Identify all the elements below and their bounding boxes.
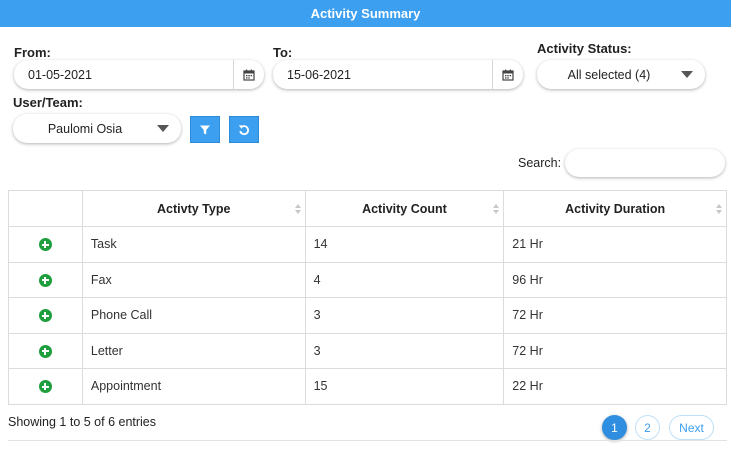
activity-type-cell: Letter [81,332,306,369]
activity-count-cell: 15 [304,368,505,405]
entries-info: Showing 1 to 5 of 6 entries [8,415,157,429]
activity-type-header[interactable]: Activty Type [81,190,306,227]
user-team-value[interactable]: Paulomi Osia [13,122,157,136]
user-team-label: User/Team: [13,95,83,110]
activity-duration-cell: 22 Hr [503,368,727,405]
sort-icon[interactable] [493,203,500,214]
activity-count-header[interactable]: Activity Count [304,190,505,227]
status-select[interactable]: All selected (4) [537,60,705,89]
table-row: Fax 4 96 Hr [8,261,727,298]
user-team-select[interactable]: Paulomi Osia [13,114,181,143]
plus-circle-icon[interactable] [38,238,52,252]
from-label: From: [14,45,51,60]
from-date-value[interactable]: 01-05-2021 [14,68,233,82]
expand-column-header [8,190,83,227]
status-select-value[interactable]: All selected (4) [537,68,681,82]
activity-duration-cell: 72 Hr [503,332,727,369]
to-date-value[interactable]: 15-06-2021 [273,68,492,82]
table-row: Appointment 15 22 Hr [8,368,727,405]
activity-type-cell: Phone Call [81,297,306,334]
page-button-2[interactable]: 2 [635,415,660,440]
plus-circle-icon[interactable] [38,380,52,394]
plus-circle-icon[interactable] [38,344,52,358]
activity-count-cell: 3 [304,297,505,334]
activity-count-cell: 4 [304,261,505,298]
table-row: Task 14 21 Hr [8,226,727,263]
activity-duration-cell: 96 Hr [503,261,727,298]
sort-icon[interactable] [716,203,722,214]
page-button-1[interactable]: 1 [602,415,627,440]
activity-duration-cell: 21 Hr [503,226,727,263]
reset-icon [238,124,249,135]
chevron-down-icon[interactable] [157,125,169,132]
filter-icon [200,125,210,134]
table-row: Letter 3 72 Hr [8,332,727,369]
table-header-row: Activty Type Activity Count Activity Dur… [8,190,727,227]
to-date-field[interactable]: 15-06-2021 [273,60,523,89]
reset-button[interactable] [229,116,259,143]
filter-button[interactable] [190,116,220,143]
activity-table: Activty Type Activity Count Activity Dur… [8,190,727,405]
activity-duration-header[interactable]: Activity Duration [503,190,727,227]
next-button[interactable]: Next [669,415,714,440]
sort-icon[interactable] [294,203,301,214]
activity-type-cell: Task [81,226,306,263]
from-date-field[interactable]: 01-05-2021 [14,60,264,89]
to-label: To: [273,45,293,60]
plus-circle-icon[interactable] [38,309,52,323]
activity-count-cell: 3 [304,332,505,369]
activity-duration-cell: 72 Hr [503,297,727,334]
activity-count-cell: 14 [304,226,505,263]
status-label: Activity Status: [537,41,632,56]
search-label: Search: [518,156,562,170]
calendar-icon[interactable] [492,60,523,89]
plus-circle-icon[interactable] [38,273,52,287]
footer-divider [8,440,727,441]
chevron-down-icon[interactable] [681,71,693,78]
activity-type-cell: Fax [81,261,306,298]
calendar-icon[interactable] [233,60,264,89]
page-title: Activity Summary [0,0,731,27]
table-row: Phone Call 3 72 Hr [8,297,727,334]
search-input[interactable] [565,149,725,177]
activity-type-cell: Appointment [81,368,306,405]
